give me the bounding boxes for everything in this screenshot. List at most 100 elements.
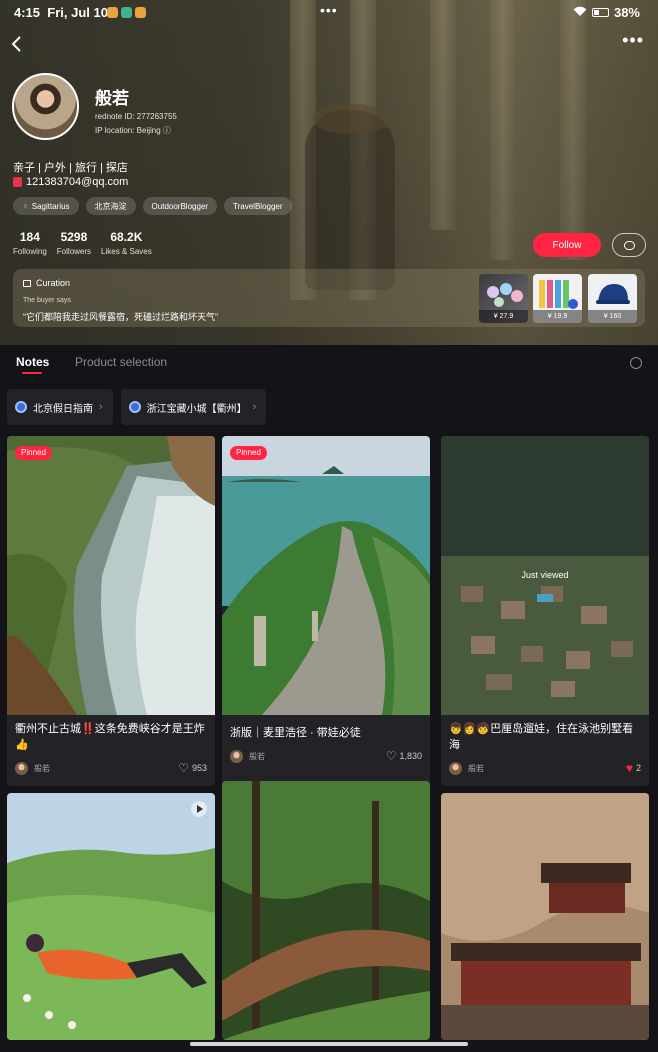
author-name: 般若 [249,752,265,761]
note-image-forest-path [222,781,430,1040]
curation-card[interactable]: Curation The buyer says “它们都陪我走过风餐露宿，死磕过… [13,269,645,327]
search-icon[interactable] [630,357,642,369]
heart-icon: ♡ [178,761,189,775]
curation-quote: “它们都陪我走过风餐露宿，死磕过烂路和坏天气” [23,312,218,322]
battery-percent: 38% [613,5,640,20]
tag-travel[interactable]: TravelBlogger [224,197,292,215]
rednote-id: rednote ID: 277263755 [95,112,177,121]
note-card[interactable] [441,793,649,1040]
like-count[interactable]: ♥ 2 [626,762,641,774]
status-time: 4:15 Fri, Jul 10 [14,5,108,20]
stat-followers[interactable]: 5298 Followers [57,230,91,256]
kids-item-icon [539,280,578,309]
profile-name: 般若 [95,89,129,108]
curation-subtitle: The buyer says [23,297,71,304]
tab-product-selection[interactable]: Product selection [75,355,167,369]
note-image-river [7,436,215,715]
tag-location[interactable]: 北京海淀 [85,197,136,215]
note-card[interactable]: Pinned 浙版｜麦里浩径 · 带娃必徒 般若 ♡ 1,830 [222,436,430,786]
collection-chip[interactable]: 浙江宝藏小城【衢州】 › [120,389,267,425]
play-icon [191,801,207,817]
stat-value: 5298 [60,230,88,244]
follow-button[interactable]: Follow [533,233,601,257]
status-app-icons [107,7,146,18]
product-price: ¥ 27.9 [479,310,528,323]
stat-likes[interactable]: 68.2K Likes & Saves [101,230,152,256]
collection-chip[interactable]: 北京假日指南 › [7,389,113,425]
tab-underline [22,372,42,374]
more-icon[interactable]: ••• [622,30,644,51]
stat-label: Following [13,247,47,256]
author-name: 般若 [34,764,50,773]
tab-notes[interactable]: Notes [16,355,49,369]
email-text: 121383704@qq.com [26,176,129,188]
app-notification-icon [121,7,132,18]
profile-stats: 184 Following 5298 Followers 68.2K Likes & … [13,230,152,256]
lock-icon [23,279,31,287]
tag-outdoor[interactable]: OutdoorBlogger [142,197,218,215]
chevron-right-icon: › [252,401,257,413]
chat-button[interactable] [612,233,646,257]
tag-zodiac[interactable]: ♀ Sagittarius [13,197,79,215]
status-right: 38% [573,5,640,20]
tag-label: 北京海淀 [94,201,127,211]
note-card[interactable] [222,781,430,1040]
ip-location: IP location: Beijing ⓘ [95,126,171,135]
curation-title-text: Curation [36,278,71,288]
product-price: ¥ 160 [588,310,637,323]
author-avatar [15,762,28,775]
app-notification-icon [135,7,146,18]
note-title: 衢州不止古城‼️这条免费峡谷才是王炸👍 [15,723,205,751]
like-count[interactable]: ♡ 1,830 [386,750,422,762]
collection-icon [128,401,141,413]
like-count[interactable]: ♡ 953 [178,762,207,774]
back-arrow-icon[interactable] [10,33,22,59]
like-number: 1,830 [399,751,422,761]
author-avatar [449,762,462,775]
cap-icon [596,284,630,304]
tag-label: Sagittarius [31,201,70,211]
tag-label: OutdoorBlogger [151,201,209,211]
note-title: 👦👩🧒巴厘岛遛娃，住在泳池别墅看海 [449,723,634,751]
mail-icon [13,177,22,187]
note-author[interactable]: 般若 [449,762,484,775]
like-number: 953 [191,763,207,773]
note-image-coast-trail [222,436,430,715]
note-card[interactable]: Just viewed 👦👩🧒巴厘岛遛娃，住在泳池别墅看海 般若 ♥ 2 [441,436,649,786]
collection-icon [15,401,27,413]
battery-icon [591,8,609,17]
tabs-bar: Notes Product selection [0,345,658,383]
pinned-badge: Pinned [15,446,52,460]
note-title: 浙版｜麦里浩径 · 带娃必徒 [230,727,361,739]
app-notification-icon [107,7,118,18]
note-author[interactable]: 般若 [230,750,265,763]
note-card[interactable]: Pinned 衢州不止古城‼️这条免费峡谷才是王炸👍 般若 ♡ 953 [7,436,215,786]
product-thumb[interactable]: ¥ 19.9 [533,274,582,323]
chat-icon [623,240,635,250]
collection-chips: 北京假日指南 › 浙江宝藏小城【衢州】 › [7,389,267,425]
curation-title: Curation [23,278,70,288]
avatar[interactable] [12,73,79,140]
chevron-right-icon: › [99,401,103,413]
heart-icon: ♡ [385,749,397,763]
note-card[interactable] [7,793,215,1040]
home-indicator[interactable] [190,1042,468,1046]
profile-bio: 亲子 | 户外 | 旅行 | 探店 [13,162,128,174]
tag-label: TravelBlogger [233,201,283,211]
stat-label: Likes & Saves [101,247,152,256]
stat-following[interactable]: 184 Following [13,230,47,256]
product-price: ¥ 19.9 [533,310,582,323]
author-avatar [230,750,243,763]
author-name: 般若 [468,764,484,773]
wifi-icon [573,5,587,20]
chip-label: 浙江宝藏小城【衢州】 [146,403,247,415]
note-author[interactable]: 般若 [15,762,50,775]
stat-value: 184 [19,230,40,244]
stat-value: 68.2K [110,230,143,244]
heart-icon: ♥ [625,761,633,775]
status-more-icon: ••• [320,2,338,18]
product-thumb[interactable]: ¥ 160 [588,274,637,323]
note-image-hanging-temple [441,793,649,1040]
product-thumb[interactable]: ¥ 27.9 [479,274,528,323]
info-icon[interactable]: ⓘ [163,126,171,135]
